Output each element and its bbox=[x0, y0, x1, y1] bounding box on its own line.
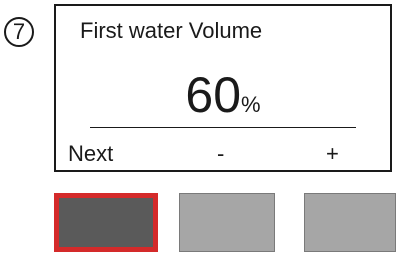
volume-value: 60 bbox=[185, 67, 242, 123]
decrease-hardware-button[interactable] bbox=[179, 193, 275, 252]
screen-title: First water Volume bbox=[80, 18, 263, 43]
decrease-softkey[interactable]: - bbox=[217, 143, 224, 165]
increase-hardware-button[interactable] bbox=[304, 193, 396, 252]
screen-divider bbox=[90, 127, 356, 128]
next-softkey[interactable]: Next bbox=[68, 143, 113, 165]
increase-softkey[interactable]: + bbox=[326, 143, 339, 165]
volume-unit: % bbox=[241, 92, 261, 117]
step-number-badge: 7 bbox=[4, 17, 34, 47]
next-hardware-button[interactable] bbox=[54, 193, 158, 252]
display-screen: First water Volume 60% Next - + bbox=[54, 4, 392, 172]
volume-readout: 60% bbox=[56, 70, 390, 120]
